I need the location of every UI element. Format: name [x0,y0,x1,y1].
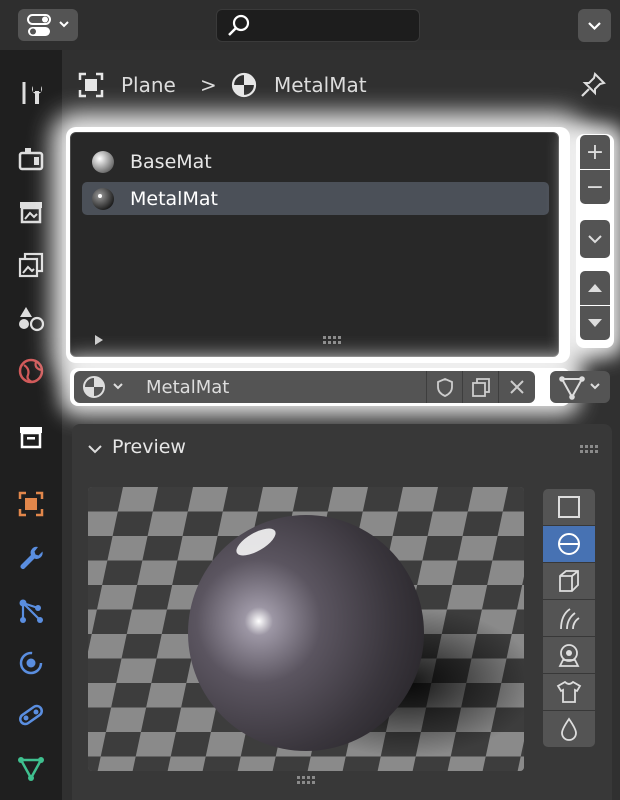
add-slot-button[interactable]: + [580,135,610,169]
slot-name: BaseMat [130,150,212,173]
arrow-up-icon [588,284,602,292]
move-slot-up-button[interactable] [580,271,610,305]
object-icon [78,72,104,98]
chevron-down-icon [588,235,602,244]
editor-type-icon [27,14,69,36]
mesh-data-icon [18,757,44,781]
remove-slot-button[interactable]: − [580,170,610,204]
material-sphere-icon [92,150,114,173]
flat-icon [558,496,580,518]
tab-physics[interactable] [6,640,56,686]
tab-world[interactable] [6,348,56,394]
tab-object[interactable] [6,481,56,527]
wrench-icon [20,546,43,569]
preview-cube-button[interactable] [543,563,595,599]
fluid-icon [561,717,577,741]
tab-output[interactable] [6,188,56,234]
shader-ball-icon [558,644,580,667]
mesh-link-icon [559,376,600,400]
tool-icon [22,82,42,104]
preview-cloth-button[interactable] [543,674,595,710]
preview-sphere-image [88,487,524,771]
list-item[interactable]: MetalMat [82,182,549,215]
slot-link-button[interactable] [550,371,610,403]
move-slot-down-button[interactable] [580,306,610,340]
tab-object-data[interactable] [6,745,56,791]
output-icon [20,202,42,224]
duplicate-icon [472,378,490,397]
material-icon [83,376,123,398]
editor-type-button[interactable] [18,9,78,41]
tab-tool[interactable] [6,70,56,116]
object-icon [18,491,44,517]
browse-material-button[interactable] [74,371,136,403]
material-name-field[interactable]: MetalMat [136,371,426,403]
list-item[interactable]: BaseMat [82,145,549,178]
search-icon [228,14,250,36]
preview-sphere-button[interactable] [543,526,595,562]
physics-icon [19,651,43,675]
cube-icon [559,570,579,592]
preview-title[interactable]: Preview [112,436,186,458]
material-icon [231,72,257,98]
view-layer-icon [18,252,44,278]
expand-triangle-icon[interactable] [92,333,106,347]
material-sphere-icon [92,187,114,210]
preview-fluid-button[interactable] [543,711,595,747]
duplicate-material-button[interactable] [462,371,499,403]
tab-modifiers[interactable] [6,535,56,581]
close-icon [510,380,524,394]
chevron-down-icon[interactable] [86,440,104,458]
hair-icon [560,608,580,630]
chevron-down-icon [588,22,601,31]
particles-icon [19,599,43,623]
pin-icon[interactable] [578,70,608,100]
scene-icon [19,307,45,332]
tab-collection[interactable] [6,414,56,460]
unlink-material-button[interactable] [498,371,535,403]
slot-specials-button[interactable] [580,220,610,258]
tab-view-layer[interactable] [6,242,56,288]
breadcrumb-material: MetalMat [274,73,367,97]
collection-icon [20,427,42,449]
preview-shader-ball-button[interactable] [543,637,595,673]
fake-user-button[interactable] [426,371,463,403]
tab-constraints[interactable] [6,692,56,738]
preview-resize-grip-icon[interactable] [297,776,315,784]
world-icon [18,358,44,384]
tab-render[interactable] [6,135,56,181]
panel-drag-grip-icon[interactable] [580,445,598,453]
options-dropdown-button[interactable] [578,9,611,42]
add-slot-label: + [585,139,605,165]
slot-name: MetalMat [130,187,218,210]
breadcrumb-separator: > [200,73,217,97]
tab-scene[interactable] [6,295,56,341]
preview-hair-button[interactable] [543,600,595,636]
resize-grip-icon[interactable] [323,336,341,344]
remove-slot-label: − [585,174,605,200]
search-input[interactable] [216,9,420,42]
constraints-icon [19,704,43,726]
tab-particles[interactable] [6,588,56,634]
preview-flat-button[interactable] [543,489,595,525]
cloth-icon [556,680,582,703]
arrow-down-icon [588,319,602,327]
sphere-icon [558,533,580,555]
material-preview-render [88,487,524,771]
render-icon [18,148,44,171]
shield-icon [437,378,453,397]
breadcrumb-object: Plane [121,73,176,97]
